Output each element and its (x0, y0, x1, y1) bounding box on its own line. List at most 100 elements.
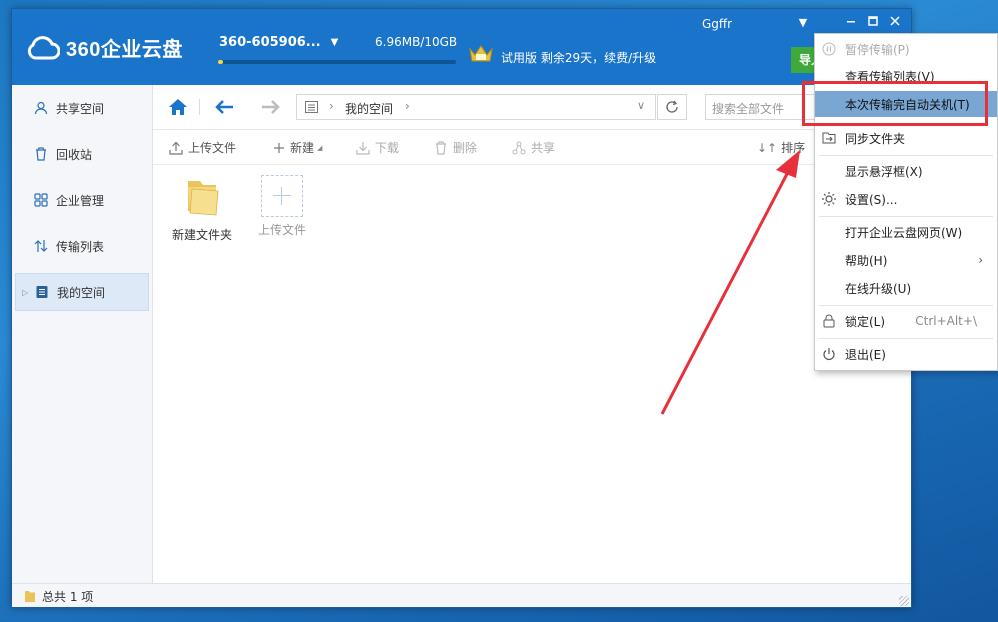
sidebar-item-label: 共享空间 (56, 101, 105, 116)
menu-item-label: 同步文件夹 (845, 131, 906, 146)
sort-label: 排序 (781, 141, 806, 155)
menu-item-label: 帮助(H) (845, 253, 888, 268)
folder-icon (24, 589, 36, 603)
gear-icon (821, 191, 837, 207)
minimize-icon[interactable] (842, 15, 860, 31)
status-bar: 总共 1 项 (12, 583, 911, 607)
menu-item-online-upgrade[interactable]: 在线升级(U) (815, 275, 997, 301)
lock-icon (821, 313, 837, 329)
title-bar: 360企业云盘 360-605906... ▼ 6.96MB/10GB 试用版 … (12, 9, 911, 85)
quota-text: 6.96MB/10GB (375, 35, 458, 49)
sidebar-item-recycle-bin[interactable]: 回收站 (15, 135, 149, 173)
share-icon (512, 141, 526, 155)
sync-folder-icon (821, 130, 837, 146)
transfer-icon (33, 238, 49, 254)
menu-item-sync-folder[interactable]: 同步文件夹 (815, 125, 997, 151)
file-name: 新建文件夹 (171, 228, 232, 242)
navigation-bar: › 我的空间 › ∨ 搜索全部文件 (153, 85, 911, 130)
menu-item-label: 设置(S)... (845, 192, 898, 207)
upload-icon (169, 141, 183, 155)
refresh-button[interactable] (657, 94, 687, 120)
file-name: 上传文件 (257, 223, 306, 237)
menu-item-label: 退出(E) (845, 347, 886, 362)
download-icon (356, 141, 370, 155)
toolbar: 上传文件 新建 ◢ 下载 删除 共享 ↓↑ 排序 (153, 130, 911, 165)
download-label: 下载 (375, 141, 400, 155)
sidebar-item-shared-space[interactable]: 共享空间 (15, 89, 149, 127)
trash-icon (434, 140, 448, 155)
user-icon (33, 100, 49, 116)
file-area: 新建文件夹 上传文件 (153, 165, 911, 583)
upload-placeholder-tile[interactable]: 上传文件 (247, 175, 317, 238)
back-arrow-icon[interactable] (212, 95, 236, 119)
folder-icon (188, 181, 219, 216)
expand-arrow-icon[interactable]: ▷ (22, 288, 28, 297)
crown-icon (468, 43, 494, 68)
menu-shortcut: Ctrl+Alt+\ (915, 314, 977, 328)
refresh-icon (666, 100, 678, 113)
sidebar-item-transfer-list[interactable]: 传输列表 (15, 227, 149, 265)
menu-item-label: 暂停传输(P) (845, 42, 910, 57)
menu-item-label: 锁定(L) (845, 314, 886, 329)
breadcrumb-separator-icon: › (329, 99, 334, 113)
document-icon (34, 284, 50, 300)
breadcrumb-separator-icon: › (405, 99, 410, 113)
grid-icon (33, 192, 49, 208)
download-button[interactable]: 下载 (356, 139, 399, 156)
forward-arrow-icon[interactable] (259, 95, 283, 119)
share-label: 共享 (531, 141, 556, 155)
list-icon (305, 101, 319, 116)
menu-item-settings[interactable]: 设置(S)... (815, 186, 997, 212)
share-button[interactable]: 共享 (512, 139, 555, 156)
new-button[interactable]: 新建 ◢ (273, 139, 322, 156)
add-file-icon (261, 175, 303, 217)
menu-item-label: 打开企业云盘网页(W) (845, 225, 963, 240)
menu-item-label: 显示悬浮框(X) (845, 164, 923, 179)
cloud-logo-icon (27, 35, 60, 59)
username[interactable]: Ggffr (702, 17, 732, 31)
breadcrumb-current[interactable]: 我的空间 (345, 100, 393, 117)
chevron-right-icon: › (978, 253, 983, 267)
menu-item-exit[interactable]: 退出(E) (815, 341, 997, 367)
sidebar-item-enterprise-admin[interactable]: 企业管理 (15, 181, 149, 219)
account-name: 360-605906... (219, 35, 321, 50)
menu-item-pause-transfer[interactable]: 暂停传输(P) (815, 36, 997, 62)
quota-progress-bar (218, 60, 456, 64)
menu-item-help[interactable]: 帮助(H) › (815, 247, 997, 273)
user-dropdown-icon[interactable]: ▼ (794, 15, 812, 31)
item-count: 总共 1 项 (42, 589, 94, 604)
sort-icon: ↓↑ (757, 140, 778, 155)
app-logo: 360企业云盘 (26, 33, 183, 62)
menu-item-lock[interactable]: 锁定(L) Ctrl+Alt+\ (815, 308, 997, 334)
new-label: 新建 (290, 141, 315, 155)
chevron-down-icon[interactable]: ∨ (637, 99, 645, 112)
close-icon[interactable] (886, 15, 904, 31)
plus-icon (273, 142, 285, 154)
maximize-icon[interactable] (864, 15, 882, 31)
app-window: 360企业云盘 360-605906... ▼ 6.96MB/10GB 试用版 … (11, 8, 912, 608)
account-selector[interactable]: 360-605906... ▼ (219, 35, 338, 50)
caret-down-icon: ▼ (330, 37, 339, 48)
delete-label: 删除 (453, 141, 478, 155)
resize-grip-icon[interactable] (899, 596, 909, 606)
path-breadcrumb[interactable]: › 我的空间 › ∨ (296, 94, 656, 120)
sidebar-item-my-space[interactable]: ▷ 我的空间 (15, 273, 149, 311)
sidebar-item-label: 我的空间 (57, 285, 106, 300)
sidebar: 共享空间 回收站 企业管理 传输列表 ▷ 我的空间 (12, 85, 153, 583)
file-item[interactable]: 新建文件夹 (167, 175, 237, 243)
pause-icon (821, 41, 837, 57)
menu-item-open-web[interactable]: 打开企业云盘网页(W) (815, 219, 997, 245)
trash-icon (33, 146, 49, 162)
menu-item-label: 在线升级(U) (845, 281, 912, 296)
upload-button[interactable]: 上传文件 (169, 139, 236, 156)
trial-status-link[interactable]: 试用版 剩余29天，续费/升级 (501, 49, 656, 66)
sidebar-item-label: 传输列表 (56, 239, 105, 254)
power-icon (821, 346, 837, 362)
upload-label: 上传文件 (188, 141, 237, 155)
sidebar-item-label: 回收站 (56, 147, 93, 162)
sort-button[interactable]: ↓↑ 排序 (757, 139, 805, 156)
delete-button[interactable]: 删除 (434, 139, 477, 156)
menu-item-show-floating[interactable]: 显示悬浮框(X) (815, 158, 997, 184)
annotation-highlight-box (802, 81, 988, 126)
home-icon[interactable] (166, 95, 190, 119)
